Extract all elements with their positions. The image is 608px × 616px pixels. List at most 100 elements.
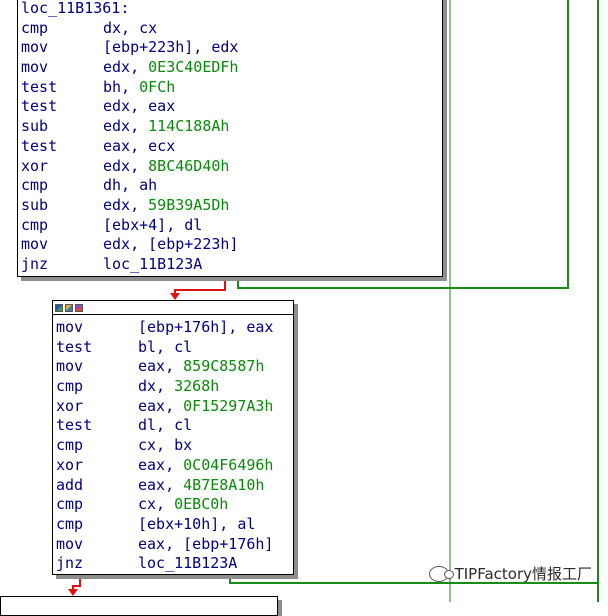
operand: [ebp+176h], eax <box>138 318 274 336</box>
instruction-line[interactable]: xor eax, 0F15297A3h <box>56 397 293 417</box>
instruction-line[interactable]: cmp [ebx+10h], al <box>56 515 293 535</box>
operand: edx, <box>103 195 149 214</box>
mnemonic: mov <box>21 38 49 57</box>
mnemonic: mov <box>56 534 84 553</box>
instruction-line[interactable]: jnz loc_11B123A <box>21 255 442 275</box>
instruction-line[interactable]: xor eax, 0C04F6496h <box>56 456 293 476</box>
mnemonic: mov <box>21 235 49 254</box>
operand: eax, [ebp+176h] <box>138 534 274 553</box>
code-block-loc-11b1361[interactable]: loc_11B1361: cmp dx, cx mov [ebp+223h], edx… <box>17 0 443 277</box>
instruction-line[interactable]: sub edx, 59B39A5Dh <box>21 196 442 216</box>
immediate-value: 114C188Ah <box>148 117 230 136</box>
instruction-line[interactable]: cmp dx, cx <box>21 19 442 39</box>
code-block-3[interactable] <box>0 596 278 616</box>
instruction-line[interactable]: xor edx, 8BC46D40h <box>21 157 442 177</box>
mnemonic: cmp <box>21 18 49 37</box>
operand: eax, <box>138 455 184 474</box>
instruction-line[interactable]: cmp cx, 0EBC0h <box>56 495 293 515</box>
watermark: TIPFactory情报工厂 <box>428 563 592 584</box>
operand: edx, <box>103 156 149 175</box>
branch-target-label[interactable]: loc_11B123A <box>103 255 202 273</box>
immediate-value: 4B7E8A10h <box>183 475 265 494</box>
mnemonic: cmp <box>21 215 49 234</box>
edge-block1-false-arrow <box>170 293 180 300</box>
mnemonic: cmp <box>56 377 84 396</box>
operand: [ebx+4], dl <box>103 215 203 234</box>
operand: eax, <box>138 396 184 415</box>
instruction-line[interactable]: cmp [ebx+4], dl <box>21 216 442 236</box>
graph-node-icon[interactable] <box>55 303 63 312</box>
mnemonic: test <box>21 136 58 155</box>
instruction-line[interactable]: cmp cx, bx <box>56 436 293 456</box>
operand: dx, cx <box>103 18 158 37</box>
instruction-line[interactable]: mov edx, 0E3C40EDFh <box>21 58 442 78</box>
immediate-value: 59B39A5Dh <box>148 195 230 214</box>
instruction-line[interactable]: mov eax, 859C8587h <box>56 357 293 377</box>
block1-instructions: cmp dx, cx mov [ebp+223h], edx mov edx, 0E3C4… <box>21 19 442 275</box>
operand: [ebx+10h], al <box>138 514 256 533</box>
immediate-value: 3268h <box>174 377 220 396</box>
operand: cx, <box>138 495 175 514</box>
instruction-line[interactable]: cmp dh, ah <box>21 176 442 196</box>
immediate-value: 0F15297A3h <box>183 396 274 415</box>
mnemonic: test <box>21 97 58 116</box>
operand: bl, cl <box>138 337 193 356</box>
block-header <box>53 301 293 315</box>
mnemonic: add <box>56 475 84 494</box>
instruction-line[interactable]: mov [ebp+176h], eax <box>56 318 293 338</box>
operand: cx, bx <box>138 436 193 455</box>
operand: edx, <box>103 58 149 77</box>
operand: dh, ah <box>103 176 158 195</box>
immediate-value: 8BC46D40h <box>148 156 230 175</box>
branch-target-label[interactable]: loc_11B123A <box>138 554 237 572</box>
operand: eax, ecx <box>103 136 176 155</box>
group-node-icon[interactable] <box>75 303 83 312</box>
mnemonic: test <box>56 337 93 356</box>
instruction-line[interactable]: add eax, 4B7E8A10h <box>56 476 293 496</box>
color-node-icon[interactable] <box>65 303 73 312</box>
operand: edx, <box>103 117 149 136</box>
mnemonic: test <box>21 77 58 96</box>
immediate-value: 0EBC0h <box>174 495 229 514</box>
mnemonic: cmp <box>21 176 49 195</box>
operand: edx, eax <box>103 97 176 116</box>
operand: eax, <box>138 475 184 494</box>
block2-instructions: mov [ebp+176h], eax test bl, cl mov eax, 859C… <box>56 318 293 574</box>
mnemonic: xor <box>56 455 84 474</box>
watermark-text: TIPFactory情报工厂 <box>454 565 592 583</box>
mnemonic: cmp <box>56 495 84 514</box>
operand: edx, [ebp+223h] <box>103 235 239 254</box>
wechat-icon <box>428 565 454 582</box>
mnemonic: xor <box>21 156 49 175</box>
instruction-line[interactable]: test dl, cl <box>56 416 293 436</box>
instruction-line[interactable]: test bl, cl <box>56 338 293 358</box>
instruction-line[interactable]: test edx, eax <box>21 97 442 117</box>
mnemonic: jnz <box>21 254 49 273</box>
instruction-line[interactable]: test bh, 0FCh <box>21 78 442 98</box>
operand: dl, cl <box>138 416 193 435</box>
edge-block1-false <box>174 277 226 298</box>
instruction-line[interactable]: jnz loc_11B123A <box>56 554 293 574</box>
mnemonic: cmp <box>56 436 84 455</box>
immediate-value: 859C8587h <box>183 357 265 376</box>
mnemonic: test <box>56 416 93 435</box>
immediate-value: 0E3C40EDFh <box>148 58 239 77</box>
mnemonic: sub <box>21 117 49 136</box>
instruction-line[interactable]: cmp dx, 3268h <box>56 377 293 397</box>
instruction-line[interactable]: mov [ebp+223h], edx <box>21 38 442 58</box>
mnemonic: mov <box>21 58 49 77</box>
block-label[interactable]: loc_11B1361: <box>21 0 442 19</box>
instruction-line[interactable]: sub edx, 114C188Ah <box>21 117 442 137</box>
code-block-2[interactable]: mov [ebp+176h], eax test bl, cl mov eax, 859C… <box>52 300 294 575</box>
immediate-value: 0C04F6496h <box>183 455 274 474</box>
operand: eax, <box>138 357 184 376</box>
instruction-line[interactable]: mov edx, [ebp+223h] <box>21 235 442 255</box>
mnemonic: xor <box>56 396 84 415</box>
mnemonic: mov <box>56 357 84 376</box>
mnemonic: jnz <box>56 554 84 573</box>
mnemonic: sub <box>21 195 49 214</box>
mnemonic: mov <box>56 318 84 336</box>
operand: dx, <box>138 377 175 396</box>
instruction-line[interactable]: mov eax, [ebp+176h] <box>56 535 293 555</box>
instruction-line[interactable]: test eax, ecx <box>21 137 442 157</box>
